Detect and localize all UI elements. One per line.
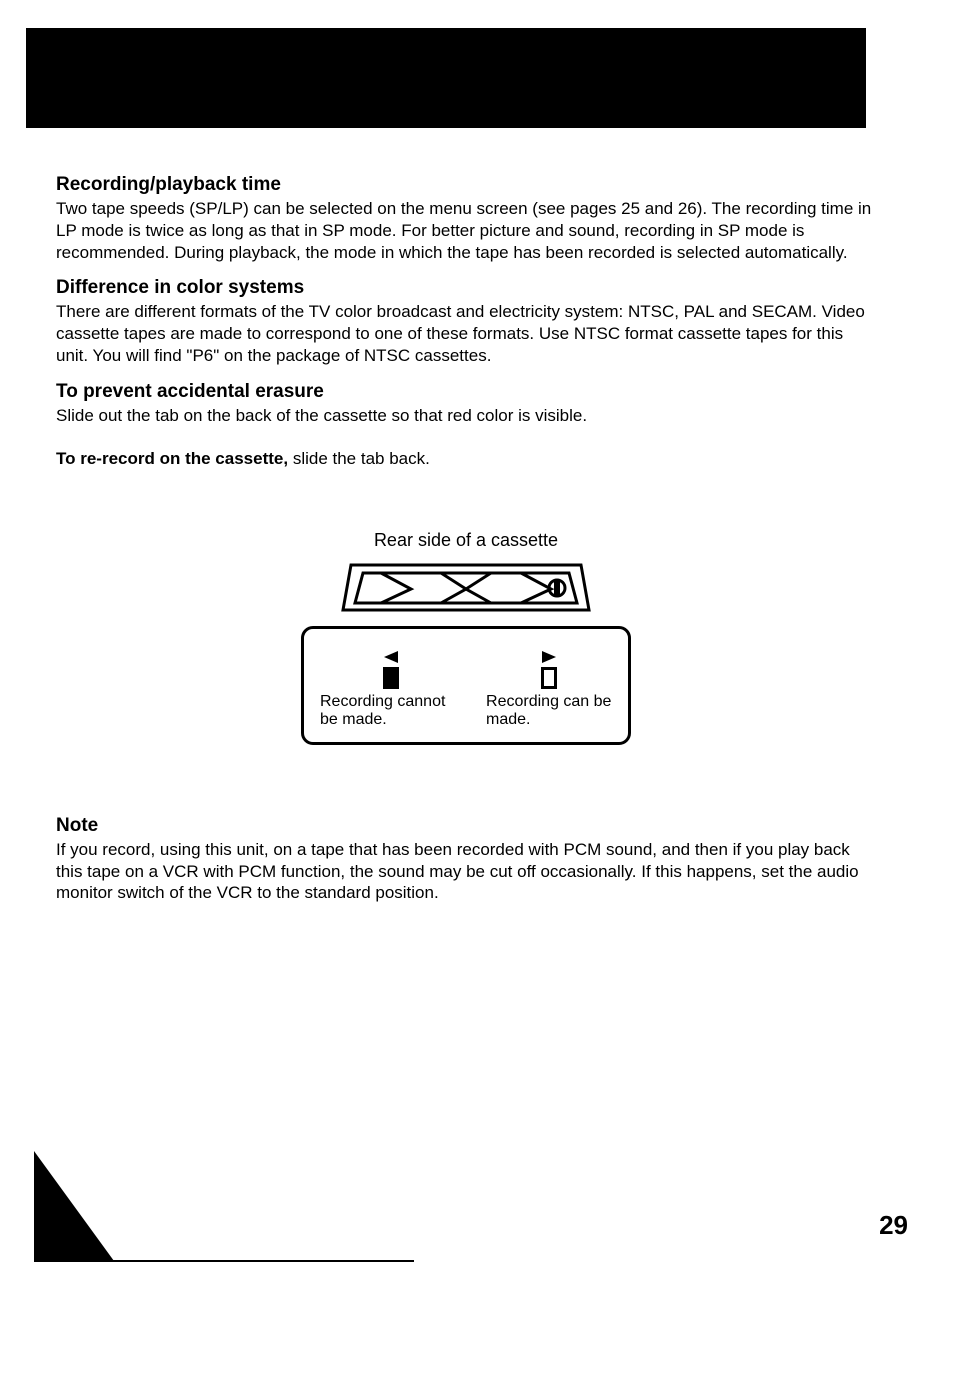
footer-triangle-icon xyxy=(24,1151,414,1271)
body-erasure: Slide out the tab on the back of the cas… xyxy=(56,405,876,427)
heading-color-systems: Difference in color systems xyxy=(56,277,876,299)
state-can-record: Recording can be made. xyxy=(486,643,612,730)
body-rerecord: To re-record on the cassette, slide the … xyxy=(56,448,876,470)
body-recording-time: Two tape speeds (SP/LP) can be selected … xyxy=(56,198,876,263)
page-number: 29 xyxy=(879,1210,908,1241)
cassette-diagram: Rear side of a cassette xyxy=(56,530,876,745)
page-content: Recording/playback time Two tape speeds … xyxy=(56,160,876,910)
rerecord-rest: slide the tab back. xyxy=(288,449,430,468)
tab-closed-icon xyxy=(383,667,399,689)
rerecord-lead: To re-record on the cassette, xyxy=(56,449,288,468)
state-cannot-record: Recording cannot be made. xyxy=(320,643,462,730)
arrow-left-icon xyxy=(384,651,398,663)
heading-recording-time: Recording/playback time xyxy=(56,174,876,196)
heading-erasure: To prevent accidental erasure xyxy=(56,381,876,403)
body-note: If you record, using this unit, on a tap… xyxy=(56,839,876,904)
heading-note: Note xyxy=(56,815,876,837)
body-color-systems: There are different formats of the TV co… xyxy=(56,301,876,366)
tab-states-box: Recording cannot be made. Recording can … xyxy=(301,626,631,745)
diagram-caption: Rear side of a cassette xyxy=(286,530,646,551)
header-black-bar xyxy=(26,28,866,128)
manual-page: Recording/playback time Two tape speeds … xyxy=(0,0,954,1391)
arrow-right-icon xyxy=(542,651,556,663)
note-section: Note If you record, using this unit, on … xyxy=(56,815,876,904)
tab-open-icon xyxy=(541,667,557,689)
state-closed-label: Recording cannot be made. xyxy=(320,693,462,730)
cassette-rear-icon xyxy=(341,555,591,615)
state-open-label: Recording can be made. xyxy=(486,693,612,730)
